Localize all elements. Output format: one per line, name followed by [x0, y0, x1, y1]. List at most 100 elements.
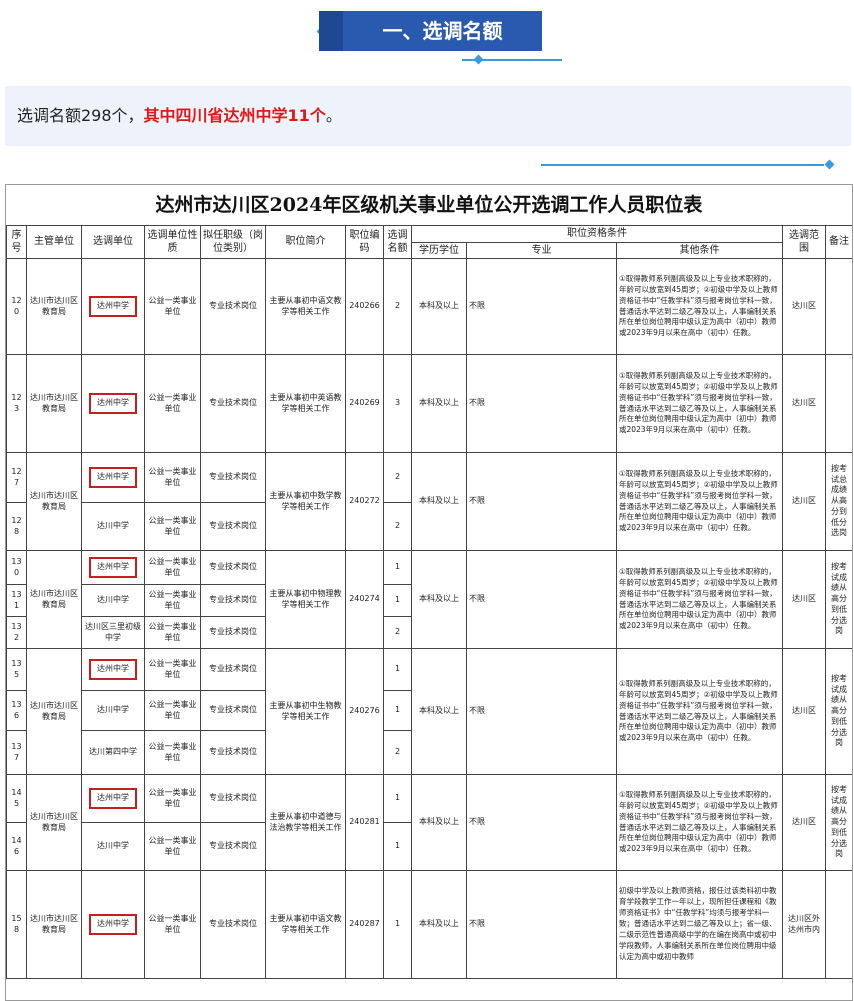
- header-edu: 学历学位: [411, 241, 467, 259]
- cell-major: 不限: [466, 648, 617, 775]
- cell-major: 不限: [466, 870, 617, 979]
- header-other: 其他条件: [615, 241, 784, 259]
- cell-unit: 达州中学: [81, 354, 145, 453]
- header-level: 拟任职级（岗位类别）: [200, 225, 266, 259]
- cell-unit: 达州中学: [81, 452, 145, 503]
- cell-other: ①取得教师系列副高级及以上专业技术职称的，年龄可以放宽到45周岁；②初级中学及以…: [615, 774, 784, 871]
- cell-code: 240287: [345, 870, 384, 979]
- cell-level: 专业技术岗位: [200, 870, 266, 979]
- cell-nature: 公益一类事业单位: [144, 730, 201, 775]
- cell-level: 专业技术岗位: [200, 354, 266, 453]
- cell-seq: 136: [6, 690, 27, 731]
- cell-level: 专业技术岗位: [200, 502, 266, 551]
- cell-unit: 达川中学: [81, 502, 145, 551]
- table-title: 达州市达川区2024年区级机关事业单位公开选调工作人员职位表: [155, 194, 703, 216]
- cell-major: 不限: [466, 774, 617, 871]
- highlight-box: 达州中学: [89, 788, 137, 809]
- header-nature: 选调单位性质: [144, 225, 201, 259]
- cell-intro: 主要从事初中数学教学等相关工作: [265, 452, 346, 551]
- cell-code: 240272: [345, 452, 384, 551]
- cell-edu: 本科及以上: [411, 452, 467, 551]
- header-major: 专业: [466, 241, 617, 259]
- cell-edu: 本科及以上: [411, 550, 467, 649]
- header-note: 备注: [825, 225, 852, 259]
- cell-level: 专业技术岗位: [200, 730, 266, 775]
- intro-suffix: 。: [325, 106, 342, 125]
- cell-dept: 达川市达川区教育局: [26, 550, 82, 649]
- cell-edu: 本科及以上: [411, 648, 467, 775]
- cell-level: 专业技术岗位: [200, 648, 266, 691]
- highlight-box: 达州中学: [89, 393, 137, 414]
- header-range: 选调范围: [782, 225, 827, 259]
- cell-nature: 公益一类事业单位: [144, 822, 201, 871]
- cell-note: 按考试成绩从高分到低分选岗: [825, 774, 852, 871]
- cell-major: 不限: [466, 354, 617, 453]
- cell-range: 达川区: [782, 258, 827, 355]
- cell-nature: 公益一类事业单位: [144, 502, 201, 551]
- cell-dept: 达川市达川区教育局: [26, 258, 82, 355]
- cell-level: 专业技术岗位: [200, 258, 266, 355]
- intro-prefix: 选调名额298个，: [17, 106, 144, 125]
- cell-code: 240269: [345, 354, 384, 453]
- cell-count: 2: [383, 452, 412, 503]
- cell-seq: 137: [6, 730, 27, 775]
- cell-intro: 主要从事初中语文教学等相关工作: [265, 258, 346, 355]
- cell-dept: 达川市达川区教育局: [26, 774, 82, 871]
- cell-count: 2: [383, 258, 412, 355]
- divider: [541, 164, 824, 166]
- cell-range: 达川区: [782, 550, 827, 649]
- cell-seq: 135: [6, 648, 27, 691]
- cell-count: 2: [383, 730, 412, 775]
- cell-unit: 达州中学: [81, 550, 145, 585]
- table-row: 127 达川市达川区教育局 达州中学 公益一类事业单位 专业技术岗位 主要从事初…: [6, 452, 852, 551]
- cell-range: 达川区: [782, 648, 827, 775]
- cell-nature: 公益一类事业单位: [144, 550, 201, 585]
- cell-range: 达川区: [782, 452, 827, 551]
- cell-nature: 公益一类事业单位: [144, 648, 201, 691]
- cell-note: [825, 258, 852, 355]
- cell-major: 不限: [466, 550, 617, 649]
- cell-other: ①取得教师系列副高级及以上专业技术职称的，年龄可以放宽到45周岁；②初级中学及以…: [615, 550, 784, 649]
- cell-unit: 达州中学: [81, 774, 145, 823]
- cell-unit: 达州中学: [81, 870, 145, 979]
- cell-unit: 达州中学: [81, 648, 145, 691]
- cell-seq: 132: [6, 616, 27, 649]
- cell-note: 按考试成绩从高分到低分选岗: [825, 550, 852, 649]
- cell-intro: 主要从事初中生物教学等相关工作: [265, 648, 346, 775]
- cell-count: 1: [383, 774, 412, 823]
- cell-count: 1: [383, 584, 412, 617]
- cell-count: 1: [383, 870, 412, 979]
- table-row: 135 达川市达川区教育局 达州中学 公益一类事业单位 专业技术岗位 主要从事初…: [6, 648, 852, 775]
- highlight-box: 达州中学: [89, 914, 137, 935]
- cell-note: 按考试总成绩从高分到低分选岗: [825, 452, 852, 551]
- cell-nature: 公益一类事业单位: [144, 690, 201, 731]
- cell-nature: 公益一类事业单位: [144, 354, 201, 453]
- cell-seq: 131: [6, 584, 27, 617]
- cell-code: 240274: [345, 550, 384, 649]
- cell-seq: 158: [6, 870, 27, 979]
- cell-seq: 145: [6, 774, 27, 823]
- cell-major: 不限: [466, 258, 617, 355]
- cell-level: 专业技术岗位: [200, 774, 266, 823]
- highlight-box: 达州中学: [89, 659, 137, 680]
- cell-nature: 公益一类事业单位: [144, 452, 201, 503]
- cell-edu: 本科及以上: [411, 870, 467, 979]
- cell-nature: 公益一类事业单位: [144, 258, 201, 355]
- cell-unit: 达川第四中学: [81, 730, 145, 775]
- cell-level: 专业技术岗位: [200, 550, 266, 585]
- cell-count: 1: [383, 550, 412, 585]
- cell-code: 240276: [345, 648, 384, 775]
- cell-other: 初级中学及以上教师资格，报任过该类科初中教育学段教学工作一年以上，现所担任课程和…: [615, 870, 784, 979]
- cell-intro: 主要从事初中语文教学等相关工作: [265, 870, 346, 979]
- cell-seq: 146: [6, 822, 27, 871]
- header-unit: 选调单位: [81, 225, 145, 259]
- cell-range: 达川区外达州市内: [782, 870, 827, 979]
- cell-count: 1: [383, 822, 412, 871]
- cell-unit: 达川中学: [81, 690, 145, 731]
- header-seq: 序号: [6, 225, 27, 259]
- position-table-document: 达州市达川区2024年区级机关事业单位公开选调工作人员职位表 序号 主管单位 选…: [5, 184, 853, 1001]
- table-row: 123 达川市达川区教育局 达州中学 公益一类事业单位 专业技术岗位 主要从事初…: [6, 354, 852, 453]
- cell-unit: 达州中学: [81, 258, 145, 355]
- cell-unit: 达川中学: [81, 822, 145, 871]
- cell-seq: 127: [6, 452, 27, 503]
